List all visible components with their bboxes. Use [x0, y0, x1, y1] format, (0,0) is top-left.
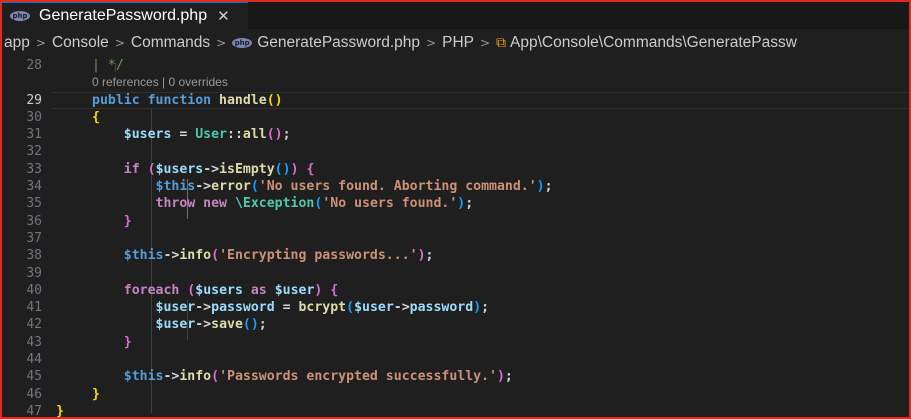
code-line: 31 $users = User::all();	[2, 126, 909, 143]
chevron-right-icon: >	[479, 36, 491, 50]
line-number: 30	[26, 109, 42, 125]
line-number: 34	[26, 179, 42, 195]
breadcrumb-item-php[interactable]: PHP	[442, 32, 474, 54]
tab-label: GeneratePassword.php	[39, 7, 208, 24]
code-line: 33 if ($users->isEmpty()) {	[2, 161, 909, 178]
code-line-active: 29 public function handle()	[2, 91, 909, 109]
editor-window: php GeneratePassword.php ✕ app > Console…	[0, 0, 911, 419]
line-number: 35	[26, 196, 42, 212]
code-text: $user->password = bcrypt($user->password…	[155, 300, 490, 316]
line-number: 46	[26, 386, 42, 402]
code-text: }	[92, 213, 132, 229]
code-line: 40 foreach ($users as $user) {	[2, 282, 909, 299]
line-number: 45	[26, 369, 42, 385]
code-text: {	[92, 109, 100, 125]
line-number: 40	[26, 282, 42, 298]
line-number: 41	[26, 300, 42, 316]
tab-bar: php GeneratePassword.php ✕	[2, 2, 909, 29]
code-line: 28 | */	[2, 57, 909, 74]
line-number: 43	[26, 334, 42, 350]
code-editor[interactable]: 28 | */ 0 references | 0 overrides 29 pu…	[2, 57, 909, 419]
code-line: 46 }	[2, 386, 909, 403]
line-number: 31	[26, 127, 42, 143]
line-number: 44	[26, 352, 42, 368]
code-line: 47 }	[2, 403, 909, 419]
chevron-right-icon: >	[216, 36, 227, 50]
line-number: 28	[26, 58, 42, 73]
code-line: 38 $this->info('Encrypting passwords...'…	[2, 247, 909, 264]
code-text: }	[92, 334, 132, 350]
code-text: public function handle()	[92, 92, 283, 108]
close-icon[interactable]: ✕	[217, 7, 230, 25]
chevron-right-icon: >	[35, 36, 46, 50]
code-line: 41 $user->password = bcrypt($user->passw…	[2, 299, 909, 316]
code-text: }	[92, 386, 100, 402]
code-line: 34 $this->error('No users found. Abortin…	[2, 178, 909, 195]
php-file-icon: php	[10, 11, 30, 21]
code-line: 35 throw new \Exception('No users found.…	[2, 195, 909, 212]
code-line: 43 }	[2, 334, 909, 351]
tab-generatepassword[interactable]: php GeneratePassword.php ✕	[2, 2, 248, 29]
chevron-right-icon: >	[426, 36, 437, 50]
code-text: | */	[92, 58, 124, 73]
line-number: 38	[26, 248, 42, 264]
code-text: }	[56, 403, 64, 419]
line-number: 37	[26, 230, 42, 246]
line-number: 39	[26, 265, 42, 281]
code-line: 30 {	[2, 109, 909, 126]
class-icon: ⧉	[496, 35, 507, 51]
code-text: $user->save();	[155, 317, 267, 333]
code-line: 36 }	[2, 213, 909, 230]
code-line: 37	[2, 230, 909, 247]
code-text: $this->info('Encrypting passwords...');	[123, 248, 434, 264]
code-text: if ($users->isEmpty()) {	[123, 161, 315, 177]
breadcrumb-item-commands[interactable]: Commands	[131, 32, 210, 54]
breadcrumb-item-console[interactable]: Console	[52, 32, 109, 54]
line-number: 33	[26, 161, 42, 177]
code-line: 32	[2, 143, 909, 160]
line-number: 36	[26, 213, 42, 229]
line-number: 47	[26, 403, 42, 419]
line-number: 32	[26, 144, 42, 160]
line-number: 29	[26, 92, 42, 108]
code-text: $users = User::all();	[123, 127, 291, 143]
breadcrumb-item-app[interactable]: app	[4, 32, 30, 54]
code-text: $this->info('Passwords encrypted success…	[123, 369, 513, 385]
code-line: 42 $user->save();	[2, 316, 909, 333]
code-line: 45 $this->info('Passwords encrypted succ…	[2, 368, 909, 385]
chevron-right-icon: >	[114, 36, 125, 50]
code-text: throw new \Exception('No users found.');	[155, 196, 474, 212]
code-text: $this->error('No users found. Aborting c…	[155, 179, 553, 195]
code-line: 39	[2, 265, 909, 282]
breadcrumb: app > Console > Commands > php GenerateP…	[4, 32, 909, 54]
codelens-row: 0 references | 0 overrides	[2, 74, 909, 91]
code-text: foreach ($users as $user) {	[123, 282, 339, 298]
codelens[interactable]: 0 references | 0 overrides	[92, 74, 228, 91]
line-number: 42	[26, 317, 42, 333]
breadcrumb-item-class[interactable]: App\Console\Commands\GeneratePassw	[510, 32, 797, 54]
php-file-icon: php	[232, 38, 253, 48]
breadcrumb-item-file[interactable]: GeneratePassword.php	[257, 32, 420, 54]
code-line: 44	[2, 351, 909, 368]
